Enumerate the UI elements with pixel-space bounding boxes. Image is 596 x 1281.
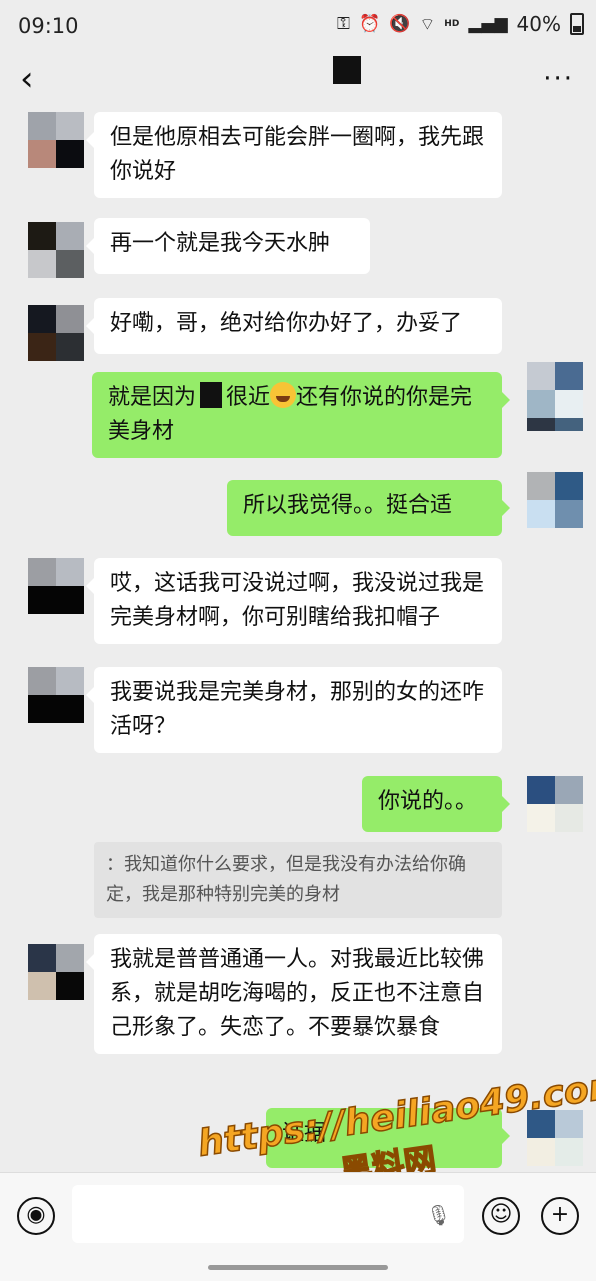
more-button[interactable]: ··· [543, 64, 574, 94]
quoted-message[interactable]: ：我知道你什么要求，但是我没有办法给你确定，我是那种特别完美的身材 [94, 842, 502, 918]
avatar[interactable] [28, 944, 84, 1000]
message-input[interactable] [72, 1185, 464, 1243]
wifi-icon: ⌔ [419, 14, 436, 35]
plus-button-icon[interactable]: + [541, 1197, 579, 1235]
chat-title-redacted [333, 56, 361, 84]
hd-badge: HD [444, 19, 460, 29]
mute-icon: 🔇 [389, 14, 411, 34]
avatar[interactable] [527, 776, 583, 832]
key-icon: ⚿ [337, 14, 350, 34]
status-bar: 09:10 ⚿ ⏰ 🔇 ⌔ HD ▂▄▆ 40% [0, 0, 596, 54]
home-indicator [208, 1265, 388, 1270]
message-list[interactable]: 但是他原相去可能会胖一圈啊，我先跟你说好 再一个就是我今天水肿 好嘞，哥，绝对给… [0, 108, 596, 1172]
mic-icon[interactable]: 🎙 [426, 1203, 451, 1227]
back-button[interactable]: ‹ [20, 62, 34, 96]
emoji-button-icon[interactable]: ☺ [482, 1197, 520, 1235]
message-bubble-sent[interactable]: 就是因为 很近 还有你说的你是完美身材 [92, 372, 510, 458]
battery-icon [570, 13, 584, 35]
redacted-name [200, 382, 223, 408]
avatar-part [527, 418, 583, 444]
avatar[interactable] [28, 558, 84, 614]
status-icons: ⚿ ⏰ 🔇 ⌔ HD ▂▄▆ 40% [337, 12, 584, 36]
signal-icon: ▂▄▆ [468, 14, 508, 34]
message-bubble[interactable]: 我就是普普通通一人。对我最近比较佛系，就是胡吃海喝的，反正也不注意自己形象了。失… [86, 934, 502, 1054]
avatar[interactable] [28, 305, 84, 361]
chat-header: ‹ ··· [0, 54, 596, 108]
message-bubble[interactable]: 再一个就是我今天水肿 [86, 218, 370, 274]
avatar[interactable] [527, 362, 583, 418]
laughing-emoji-icon [270, 382, 297, 408]
message-bubble[interactable]: 但是他原相去可能会胖一圈啊，我先跟你说好 [86, 112, 502, 198]
message-text: 就是因为 [108, 385, 197, 410]
alarm-icon: ⏰ [358, 14, 381, 34]
avatar[interactable] [527, 472, 583, 528]
message-bubble-sent[interactable]: 所以我觉得。。挺合适 [227, 480, 510, 536]
message-bubble[interactable]: 好嘞，哥，绝对给你办好了，办妥了 [86, 298, 502, 354]
battery-percent: 40% [516, 12, 561, 36]
message-bubble[interactable]: 我要说我是完美身材，那别的女的还咋活呀？ [86, 667, 502, 753]
voice-toggle-icon[interactable]: ◉ [17, 1197, 55, 1235]
message-bubble[interactable]: 哎，这话我可没说过啊，我没说过我是完美身材啊，你可别瞎给我扣帽子 [86, 558, 502, 644]
status-time: 09:10 [18, 14, 79, 38]
avatar[interactable] [28, 112, 84, 168]
message-bubble-sent[interactable]: 你说的。。 [362, 776, 510, 832]
message-text: 很近 [226, 385, 271, 410]
avatar[interactable] [28, 222, 84, 278]
avatar[interactable] [28, 667, 84, 723]
